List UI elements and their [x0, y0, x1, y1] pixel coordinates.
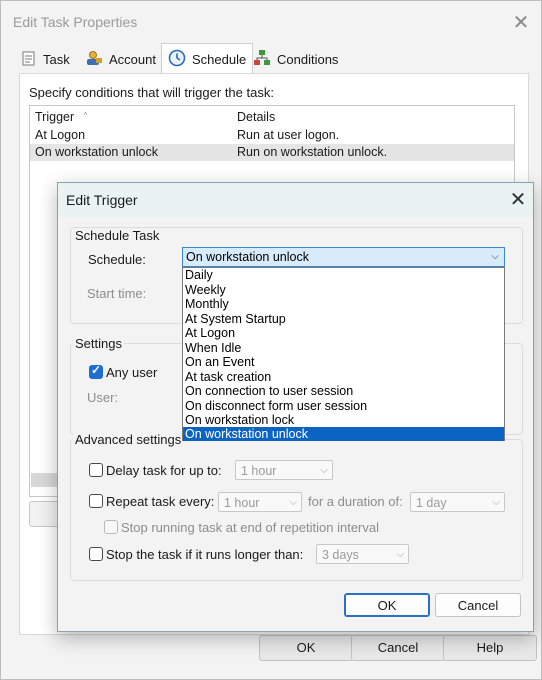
close-icon[interactable]: ✕	[507, 187, 529, 212]
cell-trigger: On workstation unlock	[35, 145, 158, 159]
option-on-an-event[interactable]: On an Event	[183, 355, 504, 370]
option-at-system-startup[interactable]: At System Startup	[183, 312, 504, 327]
user-label: User:	[87, 390, 119, 405]
option-at-task-creation[interactable]: At task creation	[183, 370, 504, 385]
advanced-settings-group-label: Advanced settings	[73, 432, 184, 447]
conditions-icon	[253, 49, 271, 70]
tab-account[interactable]: Account	[85, 45, 156, 73]
schedule-dropdown-list: Daily Weekly Monthly At System Startup A…	[182, 267, 505, 441]
cell-details: Run on workstation unlock.	[237, 145, 388, 159]
option-when-idle[interactable]: When Idle	[183, 341, 504, 356]
account-icon	[85, 50, 103, 69]
tab-task-label: Task	[43, 51, 70, 67]
tab-conditions[interactable]: Conditions	[253, 45, 338, 73]
schedule-task-group-label: Schedule Task	[73, 228, 162, 243]
delay-task-checkbox[interactable]	[89, 463, 103, 477]
start-time-label: Start time:	[87, 286, 147, 301]
dialog-title: Edit Trigger	[66, 192, 138, 208]
close-icon[interactable]: ✕	[510, 10, 532, 35]
column-header-details[interactable]: Details	[237, 110, 275, 124]
dialog-cancel-button[interactable]: Cancel	[435, 593, 521, 617]
delay-duration-select[interactable]: 1 hour ⌵	[235, 460, 333, 480]
tab-conditions-label: Conditions	[277, 51, 339, 67]
window-title: Edit Task Properties	[13, 14, 138, 30]
stop-if-longer-checkbox[interactable]	[89, 547, 103, 561]
clock-icon	[168, 49, 186, 70]
repeat-task-label: Repeat task every:	[106, 494, 215, 509]
trigger-instruction: Specify conditions that will trigger the…	[29, 85, 274, 100]
option-on-connection[interactable]: On connection to user session	[183, 384, 504, 399]
table-row-selected[interactable]: On workstation unlock Run on workstation…	[30, 144, 514, 161]
option-weekly[interactable]: Weekly	[183, 283, 504, 298]
option-monthly[interactable]: Monthly	[183, 297, 504, 312]
edit-trigger-dialog: Edit Trigger ✕ Schedule Task Schedule: S…	[57, 182, 534, 632]
stop-if-longer-label: Stop the task if it runs longer than:	[106, 547, 304, 562]
cell-details: Run at user logon.	[237, 128, 340, 142]
chevron-down-icon: ⌵	[492, 497, 500, 508]
column-header-trigger[interactable]: Trigger ^	[35, 110, 87, 124]
option-at-logon[interactable]: At Logon	[183, 326, 504, 341]
dialog-ok-button[interactable]: OK	[344, 593, 430, 617]
chevron-down-icon: ⌵	[289, 497, 297, 508]
cancel-button[interactable]: Cancel	[351, 635, 445, 661]
tab-account-label: Account	[109, 51, 156, 67]
option-on-workstation-unlock[interactable]: On workstation unlock	[183, 426, 504, 441]
chevron-down-icon: ⌵	[396, 549, 404, 560]
option-on-disconnect[interactable]: On disconnect form user session	[183, 399, 504, 414]
settings-group-label: Settings	[73, 336, 124, 351]
option-daily[interactable]: Daily	[183, 268, 504, 283]
duration-label: for a duration of:	[308, 494, 403, 509]
stop-at-repetition-end-checkbox[interactable]	[104, 520, 118, 534]
chevron-down-icon: ⌵	[491, 251, 499, 262]
chevron-down-icon: ⌵	[320, 465, 328, 476]
stop-at-repetition-end-label: Stop running task at end of repetition i…	[121, 520, 379, 535]
any-user-label: Any user	[106, 365, 158, 380]
task-icon	[21, 50, 37, 69]
delay-task-label: Delay task for up to:	[106, 463, 222, 478]
tab-schedule[interactable]: Schedule	[161, 43, 254, 74]
schedule-label: Schedule:	[88, 252, 146, 267]
schedule-select[interactable]: On workstation unlock ⌵	[182, 247, 505, 267]
any-user-checkbox[interactable]	[89, 363, 103, 379]
repeat-interval-select[interactable]: 1 hour ⌵	[218, 492, 302, 512]
help-button[interactable]: Help	[443, 635, 537, 661]
stop-if-longer-select[interactable]: 3 days ⌵	[316, 544, 409, 564]
sort-up-icon: ^	[83, 111, 88, 120]
cell-trigger: At Logon	[35, 128, 86, 142]
ok-button[interactable]: OK	[259, 635, 353, 661]
table-row[interactable]: At Logon Run at user logon.	[30, 127, 514, 144]
repeat-task-checkbox[interactable]	[89, 494, 103, 508]
dialog-titlebar: Edit Trigger ✕	[58, 183, 533, 217]
tab-task[interactable]: Task	[21, 45, 70, 73]
tab-schedule-label: Schedule	[192, 51, 247, 67]
option-on-workstation-lock[interactable]: On workstation lock	[183, 413, 504, 428]
repeat-duration-select[interactable]: 1 day ⌵	[410, 492, 505, 512]
trigger-list-header: Trigger ^ Details	[30, 106, 514, 126]
